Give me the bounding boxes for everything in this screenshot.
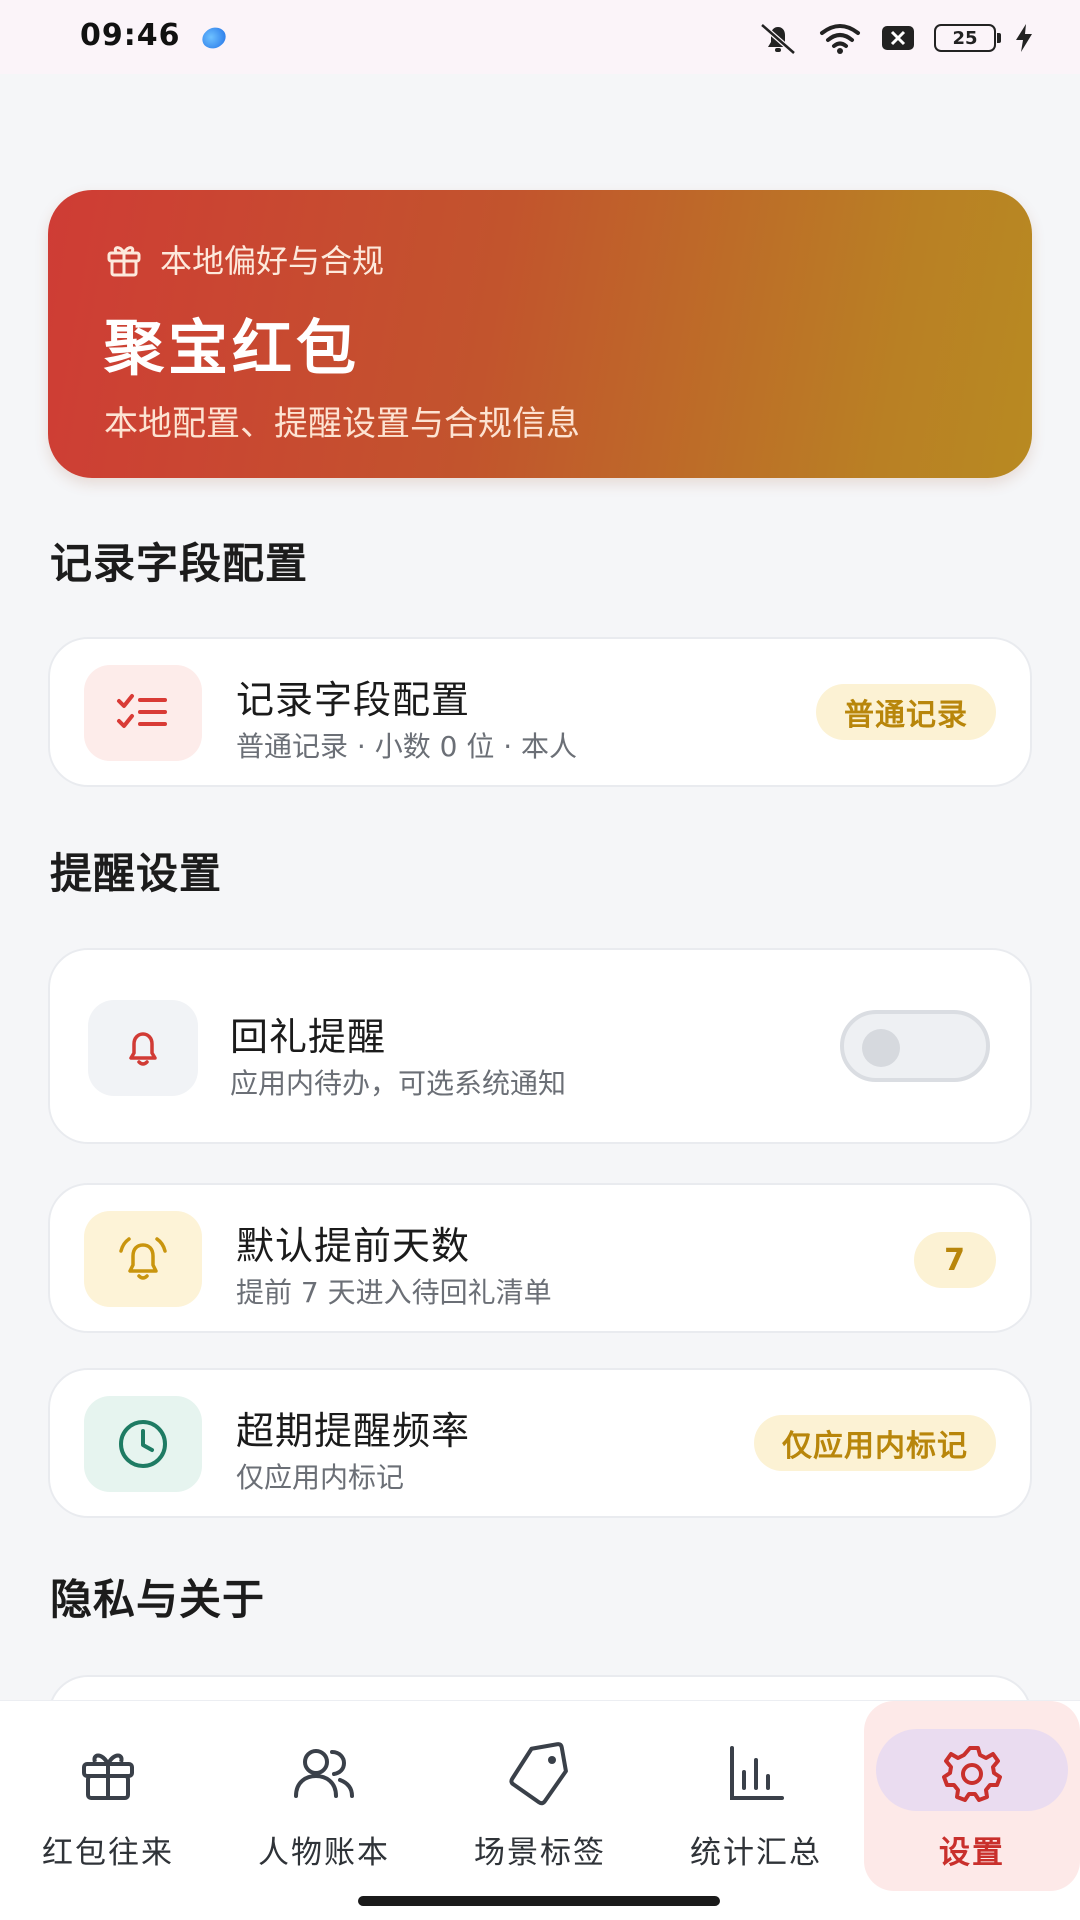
- reminder-title: 回礼提醒: [230, 1015, 387, 1059]
- field-config-icon-box: [84, 665, 202, 761]
- field-config-subtitle: 普通记录 · 小数 0 位 · 本人: [236, 730, 578, 763]
- overdue-badge: 仅应用内标记: [754, 1415, 996, 1471]
- overdue-icon-box: [84, 1396, 202, 1492]
- alarm-icon: [119, 1237, 167, 1280]
- toggle-knob: [862, 1029, 900, 1067]
- home-indicator[interactable]: [358, 1896, 720, 1906]
- status-time: 09:46: [80, 18, 181, 53]
- gift-icon: [73, 1739, 143, 1809]
- hero-kicker: 本地偏好与合规: [104, 236, 384, 282]
- bar-chart-icon: [721, 1739, 791, 1809]
- nav-item-statistics[interactable]: 统计汇总: [648, 1701, 864, 1891]
- wifi-icon: [820, 24, 860, 54]
- nav-label: 红包往来: [42, 1835, 174, 1871]
- default-days-title: 默认提前天数: [236, 1224, 471, 1268]
- people-icon: [289, 1739, 359, 1809]
- return-gift-reminder-card: 回礼提醒 应用内待办，可选系统通知: [48, 948, 1032, 1144]
- status-icons: 25: [756, 20, 1034, 56]
- nav-item-scene-tags[interactable]: 场景标签: [432, 1701, 648, 1891]
- gear-icon: [937, 1739, 1007, 1809]
- section-title-reminders: 提醒设置: [50, 849, 223, 898]
- hero-kicker-text: 本地偏好与合规: [160, 242, 385, 280]
- reminder-subtitle: 应用内待办，可选系统通知: [230, 1067, 567, 1100]
- nav-item-red-packets[interactable]: 红包往来: [0, 1701, 216, 1891]
- status-bar: 09:46 25: [0, 0, 1080, 74]
- default-days-badge: 7: [914, 1232, 996, 1288]
- field-config-badge: 普通记录: [816, 684, 996, 740]
- nav-item-settings[interactable]: 设置: [864, 1701, 1080, 1891]
- charging-icon: [1016, 24, 1032, 52]
- clock-icon: [119, 1420, 167, 1468]
- app-notification-icon: [198, 23, 230, 53]
- bottom-navigation: 红包往来 人物账本 场景标签 统计汇总 设置: [0, 1700, 1080, 1920]
- gift-icon: [107, 246, 141, 277]
- tag-icon: [505, 1739, 575, 1809]
- overdue-frequency-card[interactable]: 超期提醒频率 仅应用内标记 仅应用内标记: [48, 1368, 1032, 1518]
- bell-icon: [129, 1032, 157, 1066]
- default-days-subtitle: 提前 7 天进入待回礼清单: [236, 1276, 552, 1309]
- hero-title: 聚宝红包: [104, 314, 360, 384]
- hero-subtitle: 本地配置、提醒设置与合规信息: [104, 404, 580, 444]
- overdue-subtitle: 仅应用内标记: [236, 1461, 405, 1494]
- nav-label: 设置: [939, 1835, 1005, 1871]
- reminder-toggle[interactable]: [840, 1010, 990, 1082]
- default-days-card[interactable]: 默认提前天数 提前 7 天进入待回礼清单 7: [48, 1183, 1032, 1333]
- field-config-card[interactable]: 记录字段配置 普通记录 · 小数 0 位 · 本人 普通记录: [48, 637, 1032, 787]
- sim-off-icon: [882, 26, 914, 50]
- nav-label: 统计汇总: [690, 1835, 822, 1871]
- battery-indicator: 25: [934, 24, 1001, 52]
- nav-label: 场景标签: [474, 1835, 606, 1871]
- checklist-icon: [117, 694, 167, 728]
- hero-banner: 本地偏好与合规 聚宝红包 本地配置、提醒设置与合规信息: [48, 190, 1032, 478]
- overdue-title: 超期提醒频率: [236, 1409, 471, 1453]
- nav-item-people-ledger[interactable]: 人物账本: [216, 1701, 432, 1891]
- mute-icon: [760, 23, 796, 55]
- nav-label: 人物账本: [258, 1835, 390, 1871]
- days-icon-box: [84, 1211, 202, 1307]
- section-title-fields: 记录字段配置: [50, 539, 309, 588]
- field-config-title: 记录字段配置: [236, 678, 471, 722]
- reminder-icon-box: [88, 1000, 198, 1096]
- section-title-privacy: 隐私与关于: [50, 1575, 266, 1624]
